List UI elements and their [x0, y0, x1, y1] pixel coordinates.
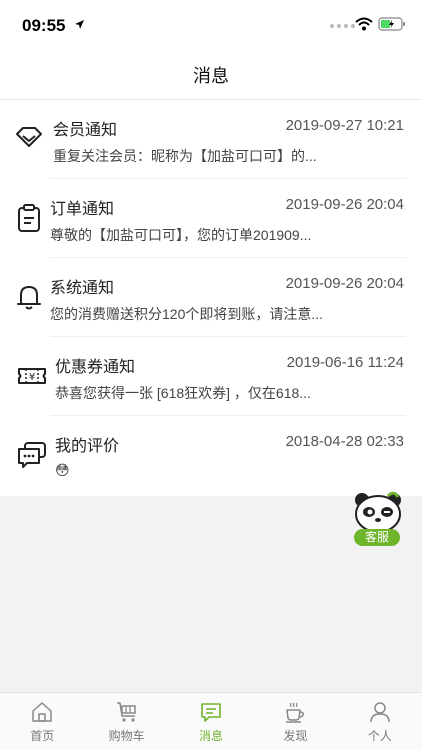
tab-profile[interactable]: 个人 [338, 693, 422, 750]
message-item-coupon[interactable]: ¥ 优惠券通知 2019-06-16 11:24 恭喜您获得一张 [618狂欢券… [0, 337, 422, 416]
message-title: 订单通知 [50, 201, 115, 218]
message-item-order[interactable]: 订单通知 2019-09-26 20:04 尊敬的【加盐可口可】，您的订单201… [0, 179, 422, 258]
coffee-cup-icon [286, 702, 305, 723]
tab-label: 消息 [199, 729, 224, 743]
status-time: 09:55 [22, 16, 66, 35]
tab-cart[interactable]: 购物车 [84, 693, 168, 750]
person-icon [370, 702, 390, 723]
panda-icon [355, 491, 401, 533]
message-time: 2019-09-26 20:04 [285, 196, 404, 213]
bell-icon [17, 286, 41, 310]
tab-home[interactable]: 首页 [0, 693, 84, 750]
battery-icon [378, 17, 405, 31]
message-list: 会员通知 2019-09-27 10:21 重复关注会员：昵称为【加盐可口可】的… [0, 100, 422, 496]
svg-text:¥: ¥ [29, 372, 35, 383]
message-title: 会员通知 [53, 122, 118, 139]
message-preview: 尊敬的【加盐可口可】，您的订单201909... [50, 227, 312, 243]
message-icon [201, 703, 221, 722]
status-bar: 09:55 [0, 0, 422, 48]
message-title: 系统通知 [50, 280, 115, 297]
message-preview: 😳 [55, 462, 70, 478]
message-time: 2019-09-27 10:21 [285, 117, 404, 134]
chat-bubbles-icon [18, 442, 46, 468]
message-time: 2019-09-26 20:04 [285, 275, 404, 292]
cart-icon [116, 702, 136, 722]
page-title: 消息 [193, 66, 229, 86]
message-title: 优惠券通知 [55, 359, 136, 376]
coupon-icon: ¥ [18, 368, 46, 384]
message-item-system[interactable]: 系统通知 2019-09-26 20:04 您的消费赠送积分120个即将到账，请… [0, 258, 422, 337]
message-item-member[interactable]: 会员通知 2019-09-27 10:21 重复关注会员：昵称为【加盐可口可】的… [0, 100, 422, 179]
customer-service-label: 客服 [354, 529, 400, 546]
tab-bar: 首页 购物车 消息 发现 个人 [0, 692, 422, 750]
nav-header: 消息 [0, 48, 422, 100]
tab-label: 首页 [30, 729, 55, 743]
message-preview: 恭喜您获得一张 [618狂欢券] ，仅在618... [55, 385, 311, 401]
message-item-review[interactable]: 我的评价 2018-04-28 02:33 😳 [0, 416, 422, 495]
tab-messages[interactable]: 消息 [169, 693, 253, 750]
message-time: 2018-04-28 02:33 [285, 433, 404, 450]
tab-label: 个人 [367, 729, 392, 743]
message-preview: 您的消费赠送积分120个即将到账，请注意... [50, 306, 324, 322]
home-icon [32, 702, 52, 722]
message-preview: 重复关注会员：昵称为【加盐可口可】的... [53, 148, 317, 164]
clipboard-icon [18, 204, 40, 232]
customer-service-button[interactable]: 客服 [350, 488, 406, 548]
diamond-icon [16, 127, 42, 147]
signal-icon [330, 24, 355, 28]
message-time: 2019-06-16 11:24 [286, 354, 404, 371]
message-title: 我的评价 [55, 438, 120, 455]
tab-label: 购物车 [108, 729, 145, 743]
wifi-icon [355, 17, 373, 31]
app-root: 09:55 消息 会员通知 2019-09-27 10:21 重复关注会员：昵称… [0, 0, 422, 750]
tab-discover[interactable]: 发现 [253, 693, 337, 750]
tab-label: 发现 [283, 729, 308, 743]
location-arrow-icon [75, 20, 84, 29]
